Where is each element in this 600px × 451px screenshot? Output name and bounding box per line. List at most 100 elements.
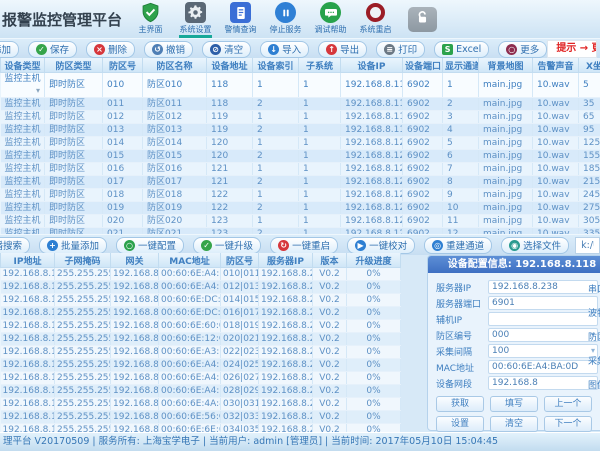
device-subnet-field[interactable]: 192.168.8 <box>488 376 598 390</box>
column-header[interactable]: X坐标 <box>579 58 600 73</box>
batch-add-button[interactable]: +批量添加 <box>39 237 107 254</box>
next-button[interactable]: 下一个 <box>544 416 592 432</box>
table-row[interactable]: 监控主机即时防区011防区01111821192.168.8.11869022m… <box>1 98 600 111</box>
table-row[interactable]: 192.168.8.119255.255.255.0192.168.8.100:… <box>1 281 401 294</box>
table-row[interactable]: 192.168.8.128255.255.255.0192.168.8.100:… <box>1 398 401 411</box>
separator: | <box>322 436 331 447</box>
column-header[interactable]: 服务器IP <box>259 253 313 268</box>
table-row[interactable]: 192.168.8.127255.255.255.0192.168.8.100:… <box>1 385 401 398</box>
column-header[interactable]: 防区名称 <box>143 58 207 73</box>
nav-main-screen[interactable]: 主界面 <box>128 0 173 38</box>
cell: 192.168.8.238 <box>259 411 313 424</box>
cell: 即时防区 <box>45 215 103 228</box>
upgrade-file-path-input[interactable] <box>575 237 600 254</box>
nav-alarm-query[interactable]: 警情查询 <box>218 0 263 38</box>
fill-button[interactable]: 填写 <box>490 396 538 412</box>
column-header[interactable]: IP地址 <box>1 253 55 268</box>
cell: 215 <box>579 176 600 189</box>
collect-interval-select[interactable]: 100▾ <box>488 344 598 358</box>
column-header[interactable]: 设备类型 <box>1 58 45 73</box>
table-row[interactable]: 192.168.8.121255.255.255.0192.168.8.100:… <box>1 307 401 320</box>
table-row[interactable]: 监控主机即时防区015防区01512021192.168.8.12069026m… <box>1 150 600 163</box>
save-button[interactable]: ✓保存 <box>28 41 77 58</box>
set-button[interactable]: 设置 <box>436 416 484 432</box>
table-row[interactable]: 监控主机即时防区016防区01612111192.168.8.12169027m… <box>1 163 600 176</box>
print-button[interactable]: ≡打印 <box>376 41 425 58</box>
undo-button[interactable]: ↺撤销 <box>144 41 193 58</box>
column-header[interactable]: 背景地图 <box>479 58 533 73</box>
panel-clear-button[interactable]: 清空 <box>490 416 538 432</box>
excel-button[interactable]: SExcel <box>434 41 489 58</box>
column-header[interactable]: 告警声音 <box>533 58 579 73</box>
one-key-calibrate-button[interactable]: ▶一键校对 <box>347 237 415 254</box>
cell: 监控主机 <box>1 215 45 228</box>
column-header[interactable]: 防区号 <box>103 58 143 73</box>
column-header[interactable]: 显示通道 <box>443 58 479 73</box>
column-header[interactable]: 设备索引 <box>253 58 299 73</box>
cell: main.jpg <box>479 124 533 137</box>
one-key-restart-button[interactable]: ↻一键重启 <box>270 237 338 254</box>
table-row[interactable]: 监控主机即时防区012防区01211911192.168.8.11969023m… <box>1 111 600 124</box>
undo-arrow-icon: ↺ <box>152 44 163 55</box>
table-row[interactable]: 192.168.8.123255.255.255.0192.168.8.100:… <box>1 333 401 346</box>
more-button[interactable]: ○更多 <box>498 41 547 58</box>
table-row[interactable]: 192.168.8.124255.255.255.0192.168.8.100:… <box>1 346 401 359</box>
column-header[interactable]: MAC地址 <box>159 253 221 268</box>
table-row[interactable]: 192.168.8.125255.255.255.0192.168.8.100:… <box>1 359 401 372</box>
server-port-field[interactable]: 6901 <box>488 296 598 310</box>
rebuild-channel-button[interactable]: ◎重建通道 <box>424 237 492 254</box>
nav-debug-help[interactable]: 调试帮助 <box>308 0 353 38</box>
table-row[interactable]: 192.168.8.118255.255.255.0192.168.8.100:… <box>1 268 401 281</box>
mac-address-field[interactable]: 00:60:6E:A4:BA:0D <box>488 360 598 374</box>
delete-button[interactable]: ×删除 <box>86 41 135 58</box>
nav-stop-service[interactable]: 停止服务 <box>263 0 308 38</box>
choose-file-button[interactable]: ◉选择文件 <box>501 237 569 254</box>
nav-system-restart[interactable]: 系统重启 <box>353 0 398 38</box>
cell: 1 <box>299 176 341 189</box>
cell: 即时防区 <box>45 150 103 163</box>
table-row[interactable]: 192.168.8.122255.255.255.0192.168.8.100:… <box>1 320 401 333</box>
prev-button[interactable]: 上一个 <box>544 396 592 412</box>
cell: 192.168.8.124 <box>1 346 55 359</box>
column-header[interactable]: 设备地址 <box>207 58 253 73</box>
clear-button[interactable]: ⊘清空 <box>202 41 251 58</box>
column-header[interactable]: 子网掩码 <box>55 253 111 268</box>
table-row[interactable]: 192.168.8.126255.255.255.0192.168.8.100:… <box>1 372 401 385</box>
get-button[interactable]: 获取 <box>436 396 484 412</box>
column-header[interactable]: 版本 <box>313 253 347 268</box>
column-header[interactable]: 防区号 <box>221 253 259 268</box>
table-row[interactable]: 监控主机即时防区017防区01712121192.168.8.12169028m… <box>1 176 600 189</box>
zone-number-select[interactable]: 000▾ <box>488 328 598 342</box>
column-header[interactable]: 升级进度 <box>347 253 401 268</box>
table-row[interactable]: 192.168.8.129255.255.255.0192.168.8.100:… <box>1 411 401 424</box>
unlock-button[interactable] <box>408 7 437 32</box>
export-button[interactable]: ↑导出 <box>318 41 367 58</box>
server-ip-field[interactable]: 192.168.8.238 <box>488 280 598 294</box>
nav-system-settings[interactable]: 系统设置 <box>173 0 218 38</box>
cell: 192.168.8.123 <box>1 333 55 346</box>
column-header[interactable]: 设备IP <box>341 58 403 73</box>
status-segment: 服务所有: 上海宝学电子 <box>99 436 200 447</box>
cell: 1 <box>253 215 299 228</box>
nav-label: 调试帮助 <box>315 24 347 35</box>
column-header[interactable]: 子系统 <box>299 58 341 73</box>
import-button[interactable]: ↓导入 <box>260 41 309 58</box>
table-row[interactable]: 监控主机即时防区018防区01812211192.168.8.12269029m… <box>1 189 600 202</box>
column-header[interactable]: 防区类型 <box>45 58 103 73</box>
one-key-config-button[interactable]: ○一键配置 <box>116 237 184 254</box>
table-row[interactable]: 监控主机即时防区014防区01412011192.168.8.12069025m… <box>1 137 600 150</box>
aux-ip-field[interactable] <box>488 312 598 326</box>
broadcast-search-button[interactable]: +广播搜索 <box>0 237 30 254</box>
table-row[interactable]: 192.168.8.130255.255.255.0192.168.8.100:… <box>1 424 401 433</box>
add-button[interactable]: +添加 <box>0 41 19 58</box>
column-header[interactable]: 网关 <box>111 253 159 268</box>
table-row[interactable]: 监控主机▾即时防区010防区01011811192.168.8.11869021… <box>1 73 600 98</box>
one-key-upgrade-button[interactable]: ✓一键升级 <box>193 237 261 254</box>
table-row[interactable]: 监控主机即时防区019防区01912221192.168.8.122690210… <box>1 202 600 215</box>
table-row[interactable]: 监控主机即时防区013防区01311921192.168.8.11969024m… <box>1 124 600 137</box>
device-type-dropdown-caret[interactable]: ▾ <box>36 85 40 97</box>
table-row[interactable]: 192.168.8.120255.255.255.0192.168.8.100:… <box>1 294 401 307</box>
cell: 6902 <box>403 163 443 176</box>
table-row[interactable]: 监控主机即时防区020防区02012311192.168.8.123690211… <box>1 215 600 228</box>
column-header[interactable]: 设备端口 <box>403 58 443 73</box>
